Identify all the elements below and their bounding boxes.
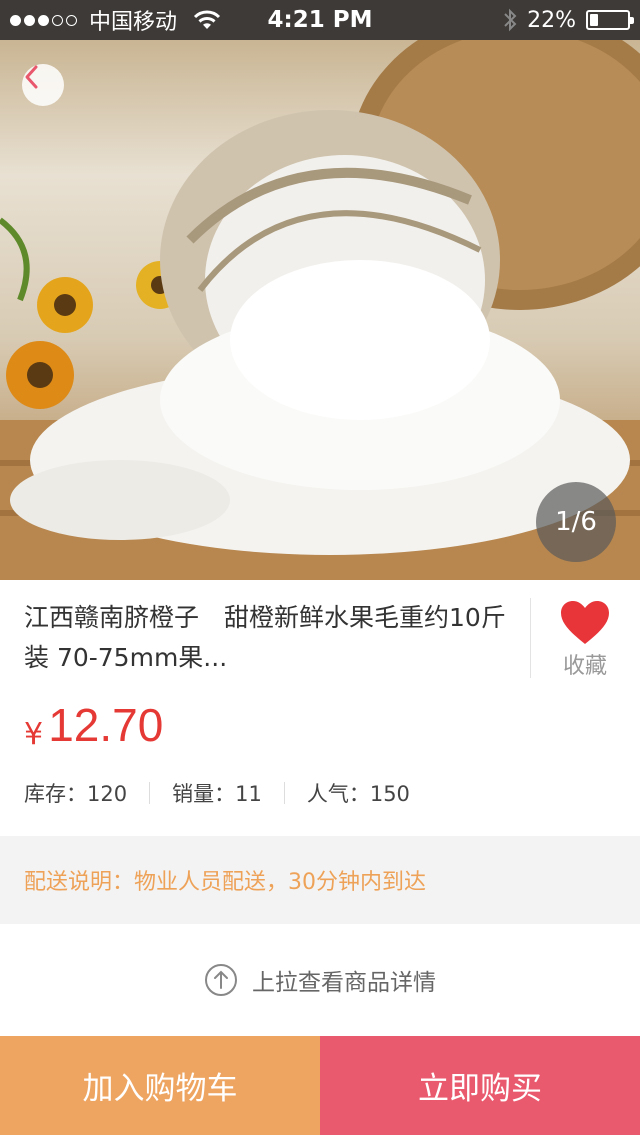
battery-fill [590, 14, 598, 26]
back-button[interactable] [22, 64, 64, 106]
divider [530, 598, 531, 678]
bottom-action-bar: 加入购物车 立即购买 [0, 1036, 640, 1135]
stat-sales: 销量：11 [172, 782, 262, 806]
product-title: 江西赣南脐橙子 甜橙新鲜水果毛重约10斤装 70-75mm果... [24, 603, 506, 672]
battery-percent: 22% [527, 7, 576, 33]
battery-icon [586, 10, 634, 30]
heart-icon [561, 601, 609, 644]
product-price: ¥ 12.70 [24, 698, 163, 752]
favorite-label: 收藏 [562, 654, 607, 679]
product-info-section: 江西赣南脐橙子 甜橙新鲜水果毛重约10斤装 70-75mm果... 收藏 ¥ 1… [0, 580, 640, 835]
favorite-button[interactable]: 收藏 [540, 600, 630, 680]
product-image-gallery[interactable]: 1/6 [0, 40, 640, 580]
currency-symbol: ¥ [24, 717, 44, 752]
chevron-left-icon [25, 65, 38, 89]
status-bar: 中国移动 4:21 PM 22% [0, 0, 640, 40]
bluetooth-icon [504, 8, 517, 32]
delivery-note: 配送说明：物业人员配送，30分钟内到达 [0, 836, 640, 924]
arrow-up-circle-icon [205, 964, 237, 996]
status-right: 22% [503, 0, 634, 40]
sunflower-decoration [0, 217, 184, 409]
buy-now-button[interactable]: 立即购买 [320, 1036, 640, 1135]
price-amount: 12.70 [48, 699, 164, 751]
add-to-cart-button[interactable]: 加入购物车 [0, 1036, 320, 1135]
stat-popularity: 人气：150 [306, 782, 410, 806]
gallery-page-indicator: 1/6 [536, 482, 616, 562]
pull-up-details[interactable]: 上拉查看商品详情 [0, 924, 640, 1036]
pull-up-label: 上拉查看商品详情 [252, 970, 436, 996]
product-stats: 库存：120 销量：11 人气：150 [24, 778, 410, 808]
stat-stock: 库存：120 [24, 782, 128, 806]
